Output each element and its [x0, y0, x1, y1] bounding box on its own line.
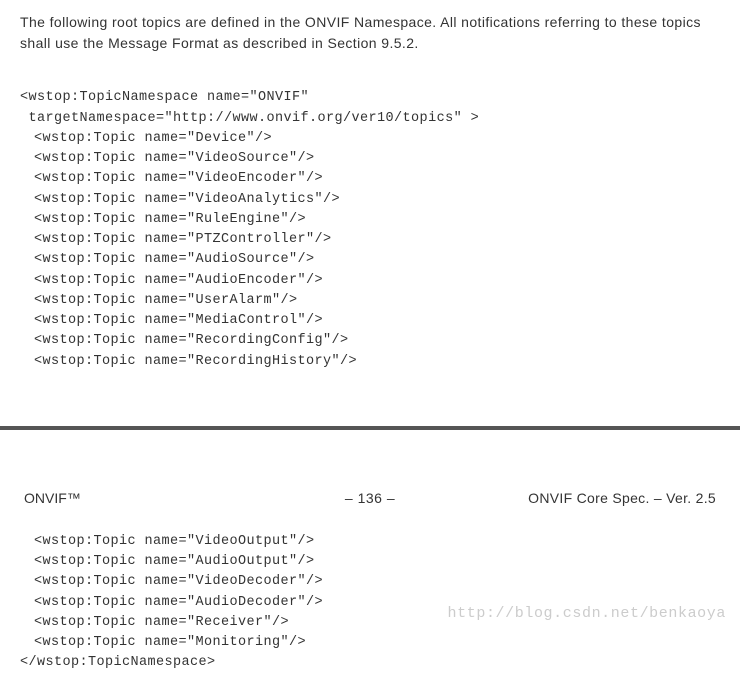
- code-line: <wstop:Topic name="VideoAnalytics"/>: [20, 192, 340, 207]
- code-line: <wstop:Topic name="VideoDecoder"/>: [20, 574, 323, 589]
- intro-paragraph: The following root topics are defined in…: [0, 0, 740, 64]
- code-line: <wstop:TopicNamespace name="ONVIF": [20, 90, 309, 105]
- code-line: targetNamespace="http://www.onvif.org/ve…: [20, 111, 479, 126]
- footer-spec-version: ONVIF Core Spec. – Ver. 2.5: [485, 490, 716, 506]
- code-line: <wstop:Topic name="AudioSource"/>: [20, 252, 315, 267]
- watermark: http://blog.csdn.net/benkaoya: [448, 605, 726, 622]
- page-footer: ONVIF™ – 136 – ONVIF Core Spec. – Ver. 2…: [0, 430, 740, 532]
- code-line: <wstop:Topic name="AudioEncoder"/>: [20, 273, 323, 288]
- code-line: </wstop:TopicNamespace>: [20, 655, 216, 670]
- code-line: <wstop:Topic name="Monitoring"/>: [20, 635, 306, 650]
- code-line: <wstop:Topic name="UserAlarm"/>: [20, 293, 298, 308]
- code-line: <wstop:Topic name="PTZController"/>: [20, 232, 332, 247]
- code-line: <wstop:Topic name="VideoOutput"/>: [20, 534, 315, 549]
- code-line: <wstop:Topic name="Device"/>: [20, 131, 272, 146]
- code-line: <wstop:Topic name="RecordingConfig"/>: [20, 333, 349, 348]
- code-line: <wstop:Topic name="RecordingHistory"/>: [20, 354, 357, 369]
- code-line: <wstop:Topic name="VideoSource"/>: [20, 151, 315, 166]
- code-line: <wstop:Topic name="MediaControl"/>: [20, 313, 323, 328]
- footer-brand: ONVIF™: [24, 490, 255, 506]
- code-line: <wstop:Topic name="VideoEncoder"/>: [20, 171, 323, 186]
- code-line: <wstop:Topic name="AudioDecoder"/>: [20, 595, 323, 610]
- code-line: <wstop:Topic name="RuleEngine"/>: [20, 212, 306, 227]
- code-line: <wstop:Topic name="Receiver"/>: [20, 615, 289, 630]
- code-line: <wstop:Topic name="AudioOutput"/>: [20, 554, 315, 569]
- code-block-1: <wstop:TopicNamespace name="ONVIF" targe…: [0, 64, 740, 376]
- footer-page-number: – 136 –: [255, 490, 486, 506]
